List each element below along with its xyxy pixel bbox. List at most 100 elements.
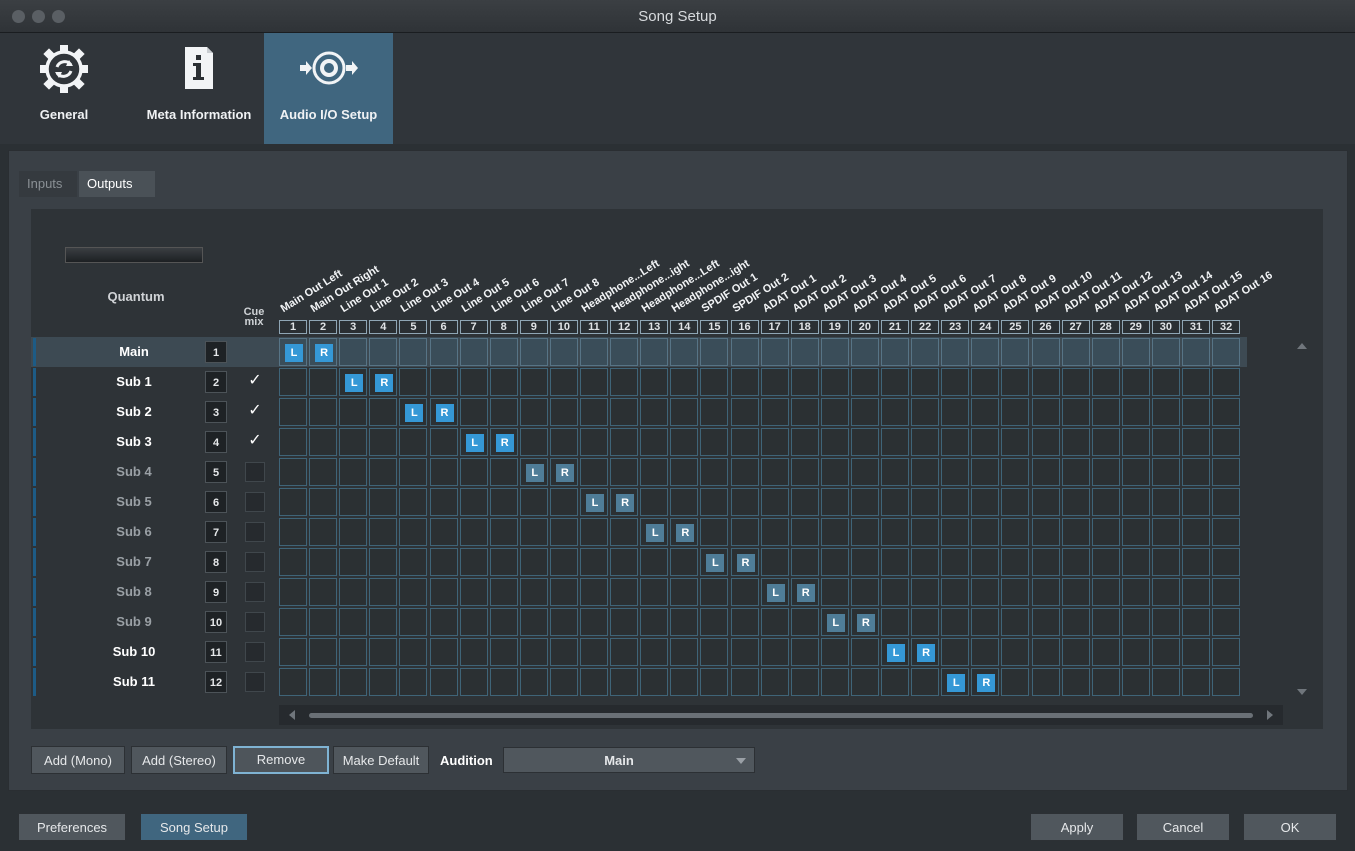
routing-cell[interactable] <box>1001 578 1030 606</box>
routing-cell[interactable] <box>941 608 970 636</box>
routing-cell[interactable] <box>519 428 548 456</box>
routing-cell[interactable]: L <box>459 428 488 456</box>
tab-general[interactable]: General <box>0 33 128 144</box>
routing-cell[interactable] <box>971 488 1000 516</box>
routing-cell[interactable] <box>399 338 428 366</box>
routing-cell[interactable] <box>399 368 428 396</box>
bus-name[interactable]: Sub 3 <box>65 427 203 457</box>
routing-cell[interactable] <box>279 518 307 546</box>
routing-cell[interactable] <box>369 398 398 426</box>
routing-cell[interactable] <box>700 578 729 606</box>
routing-cell[interactable] <box>489 398 518 426</box>
audition-select[interactable]: Main <box>503 747 755 773</box>
routing-cell[interactable] <box>730 488 759 516</box>
horizontal-scrollbar[interactable] <box>279 705 1283 725</box>
routing-cell[interactable] <box>1182 578 1210 606</box>
routing-cell[interactable] <box>610 518 639 546</box>
routing-cell[interactable] <box>1091 338 1120 366</box>
routing-cell[interactable] <box>971 578 1000 606</box>
tab-outputs[interactable]: Outputs <box>79 171 155 197</box>
routing-cell[interactable] <box>459 638 488 666</box>
routing-cell[interactable] <box>971 518 1000 546</box>
routing-cell[interactable]: R <box>911 638 940 666</box>
routing-cell[interactable] <box>640 428 669 456</box>
right-channel-chip[interactable]: R <box>435 404 454 422</box>
routing-cell[interactable] <box>1061 578 1090 606</box>
routing-cell[interactable]: L <box>700 548 729 576</box>
bus-name[interactable]: Sub 2 <box>65 397 203 427</box>
routing-cell[interactable] <box>459 668 488 696</box>
left-channel-chip[interactable]: L <box>405 404 424 422</box>
routing-cell[interactable] <box>1151 608 1180 636</box>
routing-cell[interactable] <box>941 398 970 426</box>
routing-cell[interactable] <box>1151 338 1180 366</box>
routing-cell[interactable] <box>971 608 1000 636</box>
routing-cell[interactable] <box>580 398 608 426</box>
routing-cell[interactable] <box>1151 518 1180 546</box>
routing-cell[interactable] <box>640 638 669 666</box>
left-channel-chip[interactable]: L <box>345 374 364 392</box>
routing-cell[interactable] <box>580 428 608 456</box>
routing-cell[interactable] <box>1091 368 1120 396</box>
routing-cell[interactable] <box>850 368 879 396</box>
routing-cell[interactable] <box>339 518 368 546</box>
routing-cell[interactable] <box>941 368 970 396</box>
cue-mix-checkbox[interactable] <box>245 522 265 542</box>
routing-cell[interactable] <box>700 368 729 396</box>
routing-cell[interactable] <box>1182 398 1210 426</box>
routing-cell[interactable] <box>700 608 729 636</box>
routing-cell[interactable] <box>519 398 548 426</box>
routing-cell[interactable] <box>429 488 458 516</box>
routing-cell[interactable] <box>1121 338 1150 366</box>
routing-cell[interactable] <box>1091 488 1120 516</box>
routing-cell[interactable] <box>730 398 759 426</box>
routing-cell[interactable] <box>519 368 548 396</box>
scroll-right-icon[interactable] <box>1267 710 1273 720</box>
routing-cell[interactable] <box>971 338 1000 366</box>
routing-cell[interactable] <box>1001 668 1030 696</box>
routing-cell[interactable] <box>1031 608 1060 636</box>
bus-name[interactable]: Sub 5 <box>65 487 203 517</box>
routing-cell[interactable] <box>1121 668 1150 696</box>
routing-cell[interactable] <box>339 548 368 576</box>
make-default-button[interactable]: Make Default <box>333 746 429 774</box>
routing-cell[interactable] <box>399 638 428 666</box>
routing-cell[interactable] <box>820 548 849 576</box>
routing-cell[interactable] <box>941 638 970 666</box>
routing-cell[interactable] <box>429 548 458 576</box>
routing-cell[interactable] <box>1121 368 1150 396</box>
right-channel-chip[interactable]: R <box>495 434 514 452</box>
routing-cell[interactable] <box>850 578 879 606</box>
routing-cell[interactable] <box>1061 458 1090 486</box>
routing-cell[interactable] <box>580 608 608 636</box>
routing-cell[interactable] <box>820 368 849 396</box>
routing-cell[interactable] <box>1001 458 1030 486</box>
routing-cell[interactable]: R <box>309 338 338 366</box>
routing-cell[interactable] <box>489 578 518 606</box>
routing-cell[interactable] <box>790 428 819 456</box>
routing-cell[interactable] <box>670 668 699 696</box>
routing-cell[interactable] <box>1091 548 1120 576</box>
right-channel-chip[interactable]: R <box>616 494 635 512</box>
routing-cell[interactable] <box>640 578 669 606</box>
routing-cell[interactable] <box>850 428 879 456</box>
routing-cell[interactable] <box>1151 668 1180 696</box>
routing-cell[interactable] <box>369 518 398 546</box>
routing-cell[interactable] <box>1031 518 1060 546</box>
routing-cell[interactable] <box>489 338 518 366</box>
routing-cell[interactable] <box>1061 608 1090 636</box>
routing-cell[interactable] <box>1151 488 1180 516</box>
routing-cell[interactable] <box>640 608 669 636</box>
cue-mix-checkbox[interactable]: ✓ <box>245 372 265 392</box>
routing-cell[interactable] <box>820 518 849 546</box>
routing-cell[interactable] <box>730 668 759 696</box>
routing-cell[interactable]: R <box>971 668 1000 696</box>
routing-cell[interactable] <box>279 398 307 426</box>
routing-cell[interactable] <box>1031 398 1060 426</box>
routing-cell[interactable] <box>971 398 1000 426</box>
routing-cell[interactable] <box>640 668 669 696</box>
routing-cell[interactable] <box>309 638 338 666</box>
left-channel-chip[interactable]: L <box>947 674 966 692</box>
routing-cell[interactable] <box>881 398 909 426</box>
right-channel-chip[interactable]: R <box>315 344 334 362</box>
